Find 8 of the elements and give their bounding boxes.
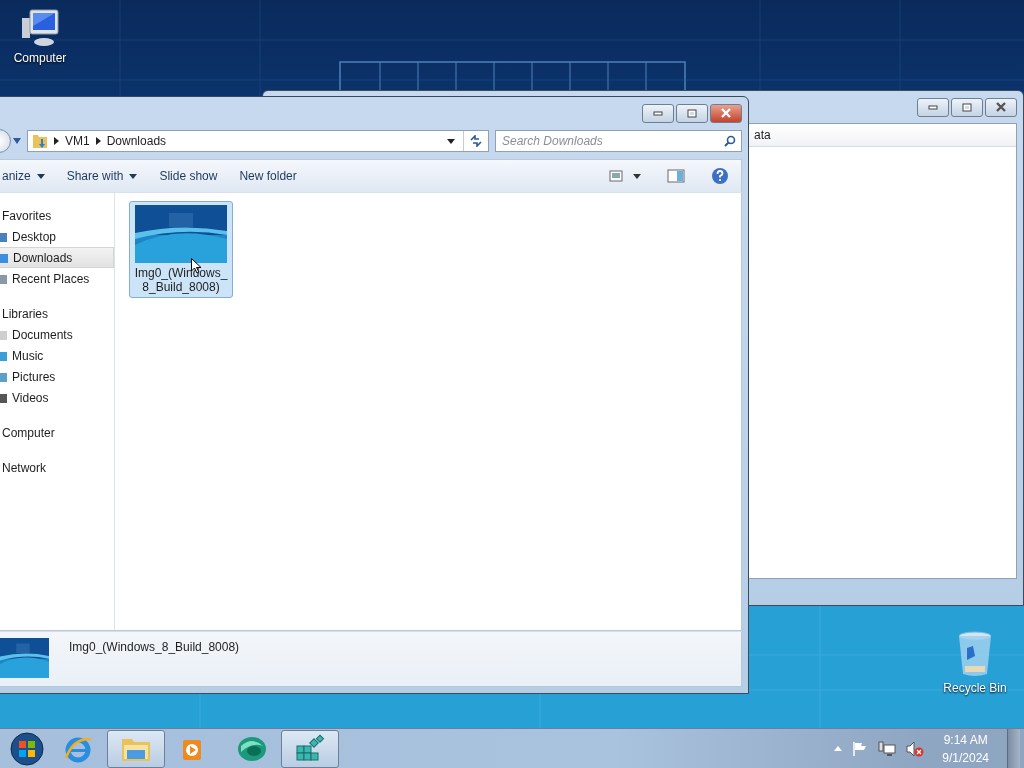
show-desktop-button[interactable] bbox=[1007, 728, 1020, 768]
flag-icon[interactable] bbox=[852, 740, 869, 757]
taskbar-button[interactable] bbox=[107, 729, 165, 768]
network-icon[interactable] bbox=[878, 740, 897, 757]
caret-icon[interactable] bbox=[834, 746, 843, 751]
cubes-icon bbox=[294, 733, 326, 764]
muted-speaker-icon[interactable] bbox=[906, 740, 925, 757]
taskbar-button[interactable] bbox=[281, 729, 339, 768]
